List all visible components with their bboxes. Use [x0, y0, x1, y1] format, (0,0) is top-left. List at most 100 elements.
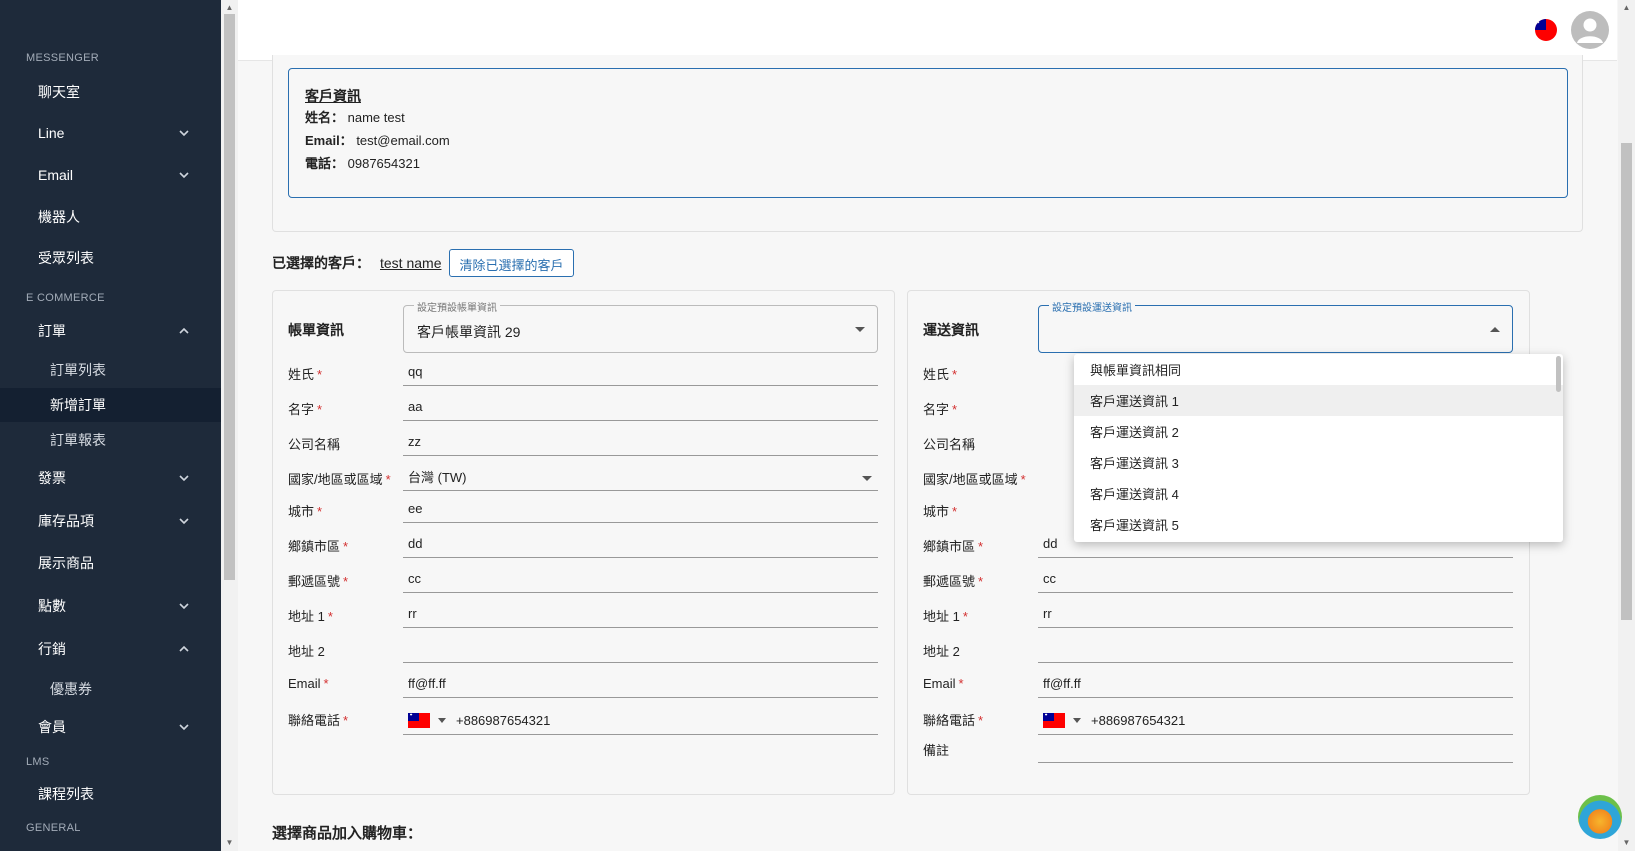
- avatar[interactable]: [1571, 11, 1609, 49]
- billing-last-name-input[interactable]: qq: [403, 358, 878, 386]
- customer-info-box: 客戶資訊 姓名： name test Email： test@email.com…: [288, 68, 1568, 198]
- sidebar-item-label: 點數: [38, 598, 66, 614]
- dropdown-option[interactable]: 客戶運送資訊 2: [1074, 416, 1563, 447]
- billing-phone-input[interactable]: +886987654321: [403, 707, 878, 735]
- shipping-address1-input[interactable]: rr: [1038, 600, 1513, 628]
- billing-address2-input[interactable]: [403, 635, 878, 663]
- dropdown-option[interactable]: 客戶運送資訊 3: [1074, 447, 1563, 478]
- taiwan-flag-icon[interactable]: [408, 713, 430, 728]
- chevron-up-icon: [179, 645, 189, 652]
- clear-selected-customer-button[interactable]: 清除已選擇的客戶: [449, 249, 574, 277]
- sidebar-section-messenger: MESSENGER: [26, 52, 99, 64]
- customer-email-label: Email：: [305, 133, 353, 148]
- dropdown-option[interactable]: 客戶運送資訊 1: [1074, 385, 1563, 416]
- billing-address1-input[interactable]: rr: [403, 600, 878, 628]
- shipping-city-label: 城市 *: [923, 504, 958, 519]
- billing-country-select[interactable]: 台灣 (TW): [403, 463, 878, 491]
- sidebar-section-ecommerce: E COMMERCE: [26, 292, 105, 304]
- billing-address2-label: 地址 2: [288, 644, 325, 659]
- billing-district-label: 鄉鎮市區 *: [288, 539, 349, 554]
- sidebar-item-bot[interactable]: 機器人: [0, 197, 221, 237]
- sidebar-item-label: Email: [38, 167, 74, 183]
- shipping-email-input[interactable]: ff@ff.ff: [1038, 670, 1513, 698]
- sidebar-item-members[interactable]: 會員: [0, 707, 221, 747]
- caret-down-icon[interactable]: [1073, 718, 1081, 723]
- billing-city-input[interactable]: ee: [403, 495, 878, 523]
- shipping-address2-input[interactable]: [1038, 635, 1513, 663]
- sidebar-item-label: 訂單報表: [50, 432, 106, 448]
- sidebar-item-course-list[interactable]: 課程列表: [0, 774, 221, 814]
- shipping-country-label: 國家/地區或區域 *: [923, 472, 1026, 487]
- shipping-preset-select[interactable]: 設定預設運送資訊: [1038, 299, 1513, 353]
- sidebar-item-orders[interactable]: 訂單: [0, 311, 221, 351]
- billing-preset-value: 客戶帳單資訊 29: [417, 324, 521, 340]
- sidebar-section-lms: LMS: [26, 756, 50, 768]
- shipping-zip-input[interactable]: cc: [1038, 565, 1513, 593]
- taiwan-flag-icon[interactable]: [1043, 713, 1065, 728]
- sidebar-item-marketing[interactable]: 行銷: [0, 629, 221, 669]
- shipping-phone-input[interactable]: +886987654321: [1038, 707, 1513, 735]
- shipping-note-input[interactable]: [1038, 735, 1513, 763]
- shipping-company-label: 公司名稱: [923, 437, 976, 452]
- sidebar-subitem-new-order[interactable]: 新增訂單: [0, 388, 221, 422]
- billing-first-name-input[interactable]: aa: [403, 393, 878, 421]
- sidebar-subitem-order-list[interactable]: 訂單列表: [0, 353, 221, 387]
- dropdown-option[interactable]: 與帳單資訊相同: [1074, 354, 1563, 385]
- scroll-up-arrow-icon[interactable]: ▲: [1622, 3, 1631, 12]
- billing-company-label: 公司名稱: [288, 437, 341, 452]
- dropdown-scrollbar[interactable]: [1556, 356, 1561, 392]
- billing-preset-select[interactable]: 設定預設帳單資訊 客戶帳單資訊 29: [403, 299, 878, 353]
- chevron-up-icon: [179, 327, 189, 334]
- sidebar-item-line[interactable]: Line: [0, 113, 221, 153]
- dropdown-option[interactable]: 客戶運送資訊 4: [1074, 478, 1563, 509]
- taiwan-flag-icon[interactable]: [1535, 19, 1557, 41]
- sidebar-item-inventory[interactable]: 庫存品項: [0, 501, 221, 541]
- sidebar-item-invoice[interactable]: 發票: [0, 458, 221, 498]
- customer-phone-label: 電話：: [305, 156, 345, 171]
- sidebar-subitem-coupon[interactable]: 優惠券: [0, 672, 221, 706]
- page-scrollbar[interactable]: ▲ ▼: [1618, 0, 1635, 851]
- customer-name-row: 姓名： name test: [305, 107, 405, 126]
- scroll-down-arrow-icon[interactable]: ▼: [1622, 838, 1631, 847]
- sidebar-subitem-order-report[interactable]: 訂單報表: [0, 423, 221, 457]
- sidebar-item-points[interactable]: 點數: [0, 586, 221, 626]
- sidebar-item-audience[interactable]: 受眾列表: [0, 238, 221, 278]
- cart-section-title: 選擇商品加入購物車：: [272, 825, 423, 842]
- billing-email-label: Email *: [288, 676, 329, 691]
- caret-up-icon: [1490, 327, 1500, 332]
- billing-district-input[interactable]: dd: [403, 530, 878, 558]
- chevron-down-icon: [179, 518, 189, 525]
- selected-customer-row: 已選擇的客戶： test name 清除已選擇的客戶: [272, 248, 574, 278]
- sidebar: MESSENGER 聊天室 Line Email 機器人 受眾列表 E COMM…: [0, 0, 221, 851]
- sidebar-section-general: GENERAL: [26, 822, 81, 834]
- chat-widget-island-icon[interactable]: [1578, 795, 1622, 839]
- sidebar-item-showcase[interactable]: 展示商品: [0, 543, 221, 583]
- sidebar-item-email[interactable]: Email: [0, 155, 221, 195]
- scrollbar-thumb[interactable]: [224, 14, 235, 580]
- billing-zip-input[interactable]: cc: [403, 565, 878, 593]
- sidebar-item-label: 發票: [38, 470, 66, 486]
- selected-customer-name[interactable]: test name: [380, 255, 441, 271]
- sidebar-item-label: 行銷: [38, 641, 66, 657]
- sidebar-item-label: 會員: [38, 719, 66, 735]
- billing-phone-label: 聯絡電話 *: [288, 713, 349, 728]
- customer-phone-value: 0987654321: [347, 156, 420, 171]
- dropdown-option[interactable]: 客戶運送資訊 5: [1074, 509, 1563, 540]
- scrollbar-thumb[interactable]: [1621, 143, 1632, 620]
- sidebar-item-label: 優惠券: [50, 681, 92, 697]
- sidebar-scrollbar[interactable]: ▲ ▼: [221, 0, 238, 851]
- billing-zip-label: 郵遞區號 *: [288, 574, 349, 589]
- customer-name-value: name test: [347, 110, 405, 125]
- scroll-up-arrow-icon[interactable]: ▲: [225, 3, 234, 12]
- billing-company-input[interactable]: zz: [403, 428, 878, 456]
- sidebar-item-chatroom[interactable]: 聊天室: [0, 72, 221, 112]
- caret-down-icon[interactable]: [438, 718, 446, 723]
- shipping-phone-label: 聯絡電話 *: [923, 713, 984, 728]
- customer-info-title: 客戶資訊: [305, 88, 361, 104]
- billing-preset-legend: 設定預設帳單資訊: [414, 299, 500, 314]
- billing-first-name-label: 名字 *: [288, 402, 323, 417]
- scroll-down-arrow-icon[interactable]: ▼: [225, 838, 234, 847]
- caret-down-icon: [855, 327, 865, 332]
- shipping-email-label: Email *: [923, 676, 964, 691]
- billing-email-input[interactable]: ff@ff.ff: [403, 670, 878, 698]
